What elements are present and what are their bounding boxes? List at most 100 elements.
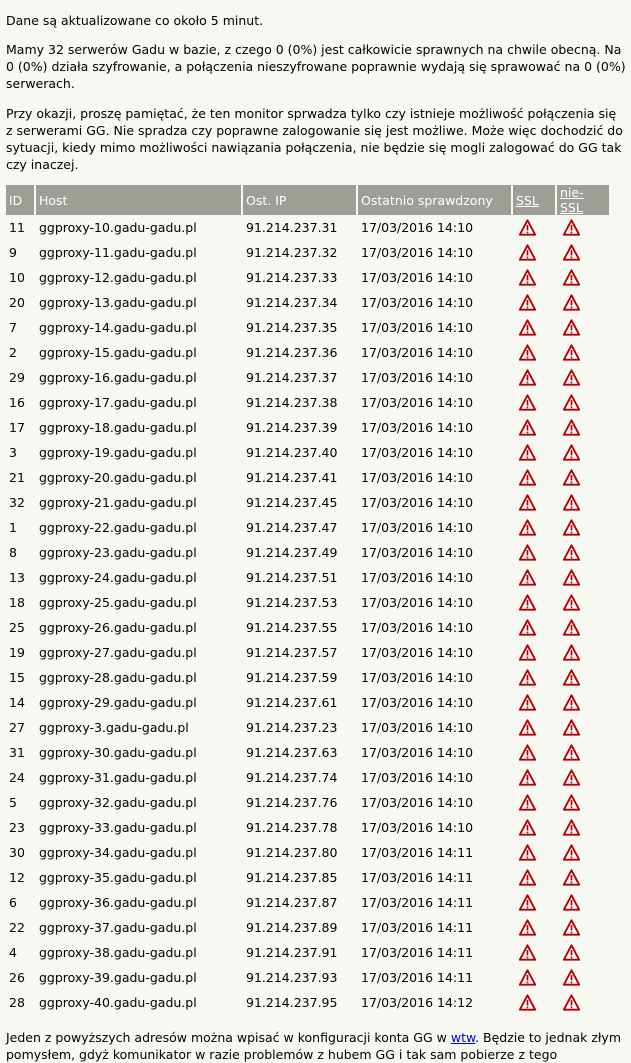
- non-ssl-status-cell: [557, 465, 609, 490]
- cell-ip: 91.214.237.31: [246, 220, 338, 235]
- non-ssl-status-cell: [557, 690, 609, 715]
- cell-last-checked: 17/03/2016 14:12: [361, 995, 474, 1010]
- warning-icon: [562, 319, 581, 336]
- cell-ip: 91.214.237.76: [246, 795, 338, 810]
- warning-icon: [518, 894, 537, 911]
- warning-icon: [518, 944, 537, 961]
- ssl-status-cell: [513, 740, 557, 765]
- ssl-status-cell: [513, 215, 557, 240]
- cell-last-checked: 17/03/2016 14:10: [361, 445, 474, 460]
- non-ssl-status-cell: [557, 215, 609, 240]
- table-row: 1 ggproxy-22.gadu-gadu.pl 91.214.237.47 17/…: [6, 515, 609, 540]
- non-ssl-status-cell: [557, 740, 609, 765]
- header-host[interactable]: Host: [36, 185, 243, 215]
- warning-icon: [562, 269, 581, 286]
- warning-icon: [562, 494, 581, 511]
- footer-wtw-link[interactable]: wtw: [451, 1030, 475, 1045]
- cell-id: 4: [9, 945, 17, 960]
- cell-ip: 91.214.237.23: [246, 720, 338, 735]
- cell-host: ggproxy-23.gadu-gadu.pl: [39, 545, 197, 560]
- header-id[interactable]: ID: [6, 185, 36, 215]
- ssl-status-cell: [513, 615, 557, 640]
- header-last-checked[interactable]: Ostatnio sprawdzony: [358, 185, 513, 215]
- warning-icon: [518, 869, 537, 886]
- ssl-status-cell: [513, 340, 557, 365]
- ssl-status-cell: [513, 840, 557, 865]
- cell-id: 16: [9, 395, 25, 410]
- table-row: 22 ggproxy-37.gadu-gadu.pl 91.214.237.89 17…: [6, 915, 609, 940]
- non-ssl-status-cell: [557, 240, 609, 265]
- warning-icon: [518, 719, 537, 736]
- cell-host: ggproxy-12.gadu-gadu.pl: [39, 270, 197, 285]
- header-ssl-link[interactable]: SSL: [516, 193, 539, 208]
- cell-host: ggproxy-29.gadu-gadu.pl: [39, 695, 197, 710]
- warning-icon: [562, 619, 581, 636]
- warning-icon: [518, 669, 537, 686]
- cell-ip: 91.214.237.53: [246, 595, 338, 610]
- warning-icon: [562, 594, 581, 611]
- table-row: 13 ggproxy-24.gadu-gadu.pl 91.214.237.51 17…: [6, 565, 609, 590]
- warning-icon: [518, 794, 537, 811]
- cell-ip: 91.214.237.91: [246, 945, 338, 960]
- warning-icon: [562, 869, 581, 886]
- cell-last-checked: 17/03/2016 14:10: [361, 570, 474, 585]
- warning-icon: [562, 844, 581, 861]
- table-row: 18 ggproxy-25.gadu-gadu.pl 91.214.237.53 17…: [6, 590, 609, 615]
- ssl-status-cell: [513, 390, 557, 415]
- cell-host: ggproxy-24.gadu-gadu.pl: [39, 570, 197, 585]
- table-row: 26 ggproxy-39.gadu-gadu.pl 91.214.237.93 17…: [6, 965, 609, 990]
- table-row: 23 ggproxy-33.gadu-gadu.pl 91.214.237.78 17…: [6, 815, 609, 840]
- cell-ip: 91.214.237.95: [246, 995, 338, 1010]
- cell-id: 7: [9, 320, 17, 335]
- cell-ip: 91.214.237.57: [246, 645, 338, 660]
- ssl-status-cell: [513, 515, 557, 540]
- non-ssl-status-cell: [557, 890, 609, 915]
- cell-host: ggproxy-32.gadu-gadu.pl: [39, 795, 197, 810]
- cell-host: ggproxy-34.gadu-gadu.pl: [39, 845, 197, 860]
- table-row: 3 ggproxy-19.gadu-gadu.pl 91.214.237.40 17/…: [6, 440, 609, 465]
- cell-ip: 91.214.237.36: [246, 345, 338, 360]
- table-row: 29 ggproxy-16.gadu-gadu.pl 91.214.237.37 17…: [6, 365, 609, 390]
- warning-icon: [562, 944, 581, 961]
- cell-ip: 91.214.237.40: [246, 445, 338, 460]
- ssl-status-cell: [513, 815, 557, 840]
- cell-host: ggproxy-14.gadu-gadu.pl: [39, 320, 197, 335]
- cell-ip: 91.214.237.74: [246, 770, 338, 785]
- cell-host: ggproxy-40.gadu-gadu.pl: [39, 995, 197, 1010]
- cell-host: ggproxy-21.gadu-gadu.pl: [39, 495, 197, 510]
- non-ssl-status-cell: [557, 490, 609, 515]
- ssl-status-cell: [513, 415, 557, 440]
- cell-last-checked: 17/03/2016 14:10: [361, 220, 474, 235]
- cell-last-checked: 17/03/2016 14:10: [361, 470, 474, 485]
- cell-id: 26: [9, 970, 25, 985]
- non-ssl-status-cell: [557, 615, 609, 640]
- ssl-status-cell: [513, 940, 557, 965]
- warning-icon: [518, 469, 537, 486]
- warning-icon: [562, 719, 581, 736]
- cell-ip: 91.214.237.93: [246, 970, 338, 985]
- warning-icon: [518, 319, 537, 336]
- warning-icon: [562, 694, 581, 711]
- cell-ip: 91.214.237.37: [246, 370, 338, 385]
- non-ssl-status-cell: [557, 315, 609, 340]
- warning-icon: [562, 994, 581, 1011]
- non-ssl-status-cell: [557, 565, 609, 590]
- header-ip[interactable]: Ost. IP: [243, 185, 358, 215]
- table-row: 10 ggproxy-12.gadu-gadu.pl 91.214.237.33 17…: [6, 265, 609, 290]
- non-ssl-status-cell: [557, 265, 609, 290]
- warning-icon: [518, 419, 537, 436]
- cell-host: ggproxy-10.gadu-gadu.pl: [39, 220, 197, 235]
- cell-host: ggproxy-3.gadu-gadu.pl: [39, 720, 189, 735]
- cell-ip: 91.214.237.47: [246, 520, 338, 535]
- cell-host: ggproxy-11.gadu-gadu.pl: [39, 245, 197, 260]
- cell-host: ggproxy-22.gadu-gadu.pl: [39, 520, 197, 535]
- cell-last-checked: 17/03/2016 14:10: [361, 320, 474, 335]
- warning-icon: [518, 219, 537, 236]
- header-non-ssl-link[interactable]: nie-SSL: [560, 185, 584, 215]
- table-row: 32 ggproxy-21.gadu-gadu.pl 91.214.237.45 17…: [6, 490, 609, 515]
- cell-ip: 91.214.237.61: [246, 695, 338, 710]
- warning-icon: [518, 994, 537, 1011]
- cell-id: 12: [9, 870, 25, 885]
- cell-last-checked: 17/03/2016 14:10: [361, 595, 474, 610]
- warning-icon: [562, 794, 581, 811]
